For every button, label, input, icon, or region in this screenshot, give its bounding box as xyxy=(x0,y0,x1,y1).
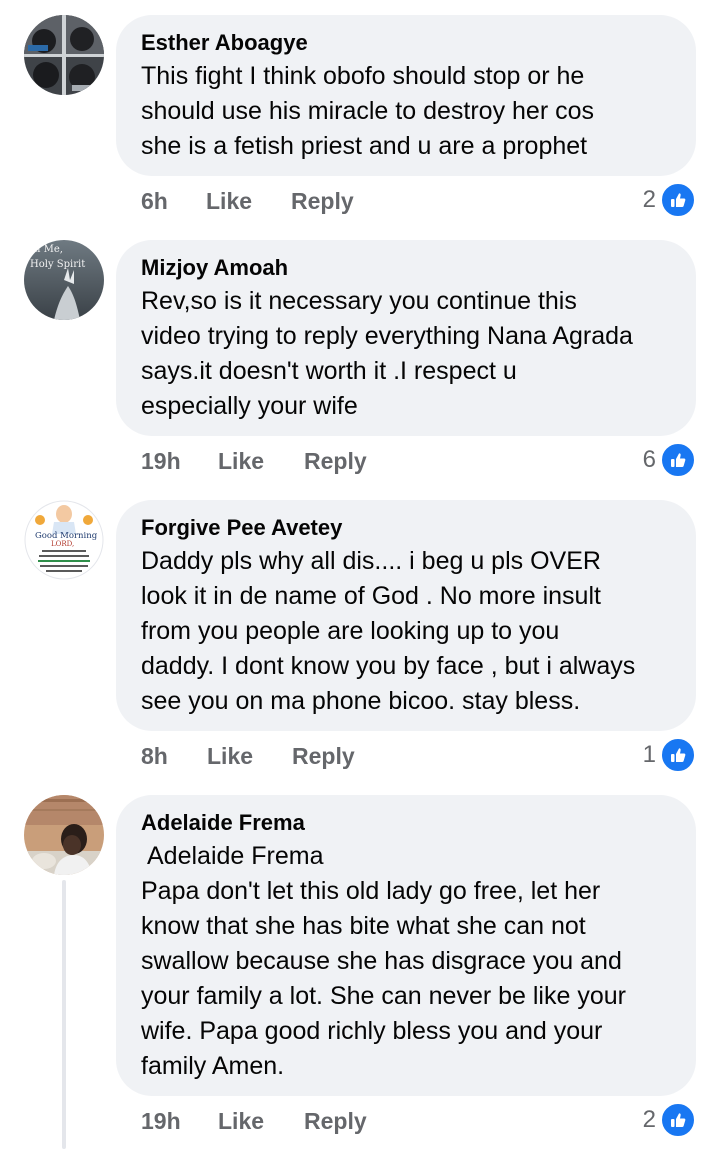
avatar[interactable]: ll Me, Holy Spirit xyxy=(24,240,104,320)
comment-actions: 8h Like Reply xyxy=(141,743,355,770)
like-button[interactable]: Like xyxy=(218,1108,304,1135)
like-button[interactable]: Like xyxy=(218,448,304,475)
reaction-summary[interactable]: 6 xyxy=(643,442,696,478)
comment-actions: 19h Like Reply xyxy=(141,448,367,475)
reaction-count: 2 xyxy=(642,186,656,213)
comment: Esther Aboagye This fight I think obofo … xyxy=(0,0,720,232)
comment-author[interactable]: Forgive Pee Avetey xyxy=(141,514,671,542)
reply-thread-line xyxy=(62,880,66,1149)
comment-author[interactable]: Adelaide Frema xyxy=(141,809,671,837)
avatar-caption: LORD, xyxy=(51,540,74,548)
comment-actions: 19h Like Reply xyxy=(141,1108,367,1135)
reaction-summary[interactable]: 2 xyxy=(643,182,696,218)
avatar[interactable]: Good Morning LORD, xyxy=(24,500,104,580)
comment-time[interactable]: 6h xyxy=(141,188,206,215)
comment-text: Daddy pls why all dis.... i beg u pls OV… xyxy=(141,547,636,715)
comment-bubble: Esther Aboagye This fight I think obofo … xyxy=(116,15,696,176)
comment-author[interactable]: Mizjoy Amoah xyxy=(141,254,671,282)
avatar[interactable] xyxy=(24,15,104,95)
avatar-caption: ll Me, xyxy=(34,244,63,255)
comment-time[interactable]: 19h xyxy=(141,448,218,475)
reaction-count: 6 xyxy=(642,446,656,473)
reply-button[interactable]: Reply xyxy=(291,188,354,215)
comment-bubble: Mizjoy Amoah Rev,so is it necessary you … xyxy=(116,240,696,436)
comment-actions: 6h Like Reply xyxy=(141,188,354,215)
comment-author[interactable]: Esther Aboagye xyxy=(141,29,671,57)
thumbs-up-icon xyxy=(660,182,696,218)
thumbs-up-icon xyxy=(660,442,696,478)
thumbs-up-icon xyxy=(660,1102,696,1138)
comment-text: Rev,so is it necessary you continue this… xyxy=(141,287,633,420)
comment-text: This fight I think obofo should stop or … xyxy=(141,62,594,160)
reaction-summary[interactable]: 1 xyxy=(643,737,696,773)
reply-button[interactable]: Reply xyxy=(304,448,367,475)
like-button[interactable]: Like xyxy=(207,743,292,770)
avatar[interactable] xyxy=(24,795,104,875)
comment-bubble: Forgive Pee Avetey Daddy pls why all dis… xyxy=(116,500,696,731)
mention-tag[interactable]: Adelaide Frema xyxy=(141,839,671,874)
thumbs-up-icon xyxy=(660,737,696,773)
like-button[interactable]: Like xyxy=(206,188,291,215)
comment-bubble: Adelaide Frema Adelaide Frema Papa don't… xyxy=(116,795,696,1096)
reply-button[interactable]: Reply xyxy=(292,743,355,770)
comment-time[interactable]: 8h xyxy=(141,743,207,770)
avatar-caption: Holy Spirit xyxy=(30,259,85,270)
reaction-count: 1 xyxy=(642,741,656,768)
reaction-count: 2 xyxy=(642,1106,656,1133)
reply-button[interactable]: Reply xyxy=(304,1108,367,1135)
comment-time[interactable]: 19h xyxy=(141,1108,218,1135)
comment-text: Papa don't let this old lady go free, le… xyxy=(141,877,626,1080)
reaction-summary[interactable]: 2 xyxy=(643,1102,696,1138)
